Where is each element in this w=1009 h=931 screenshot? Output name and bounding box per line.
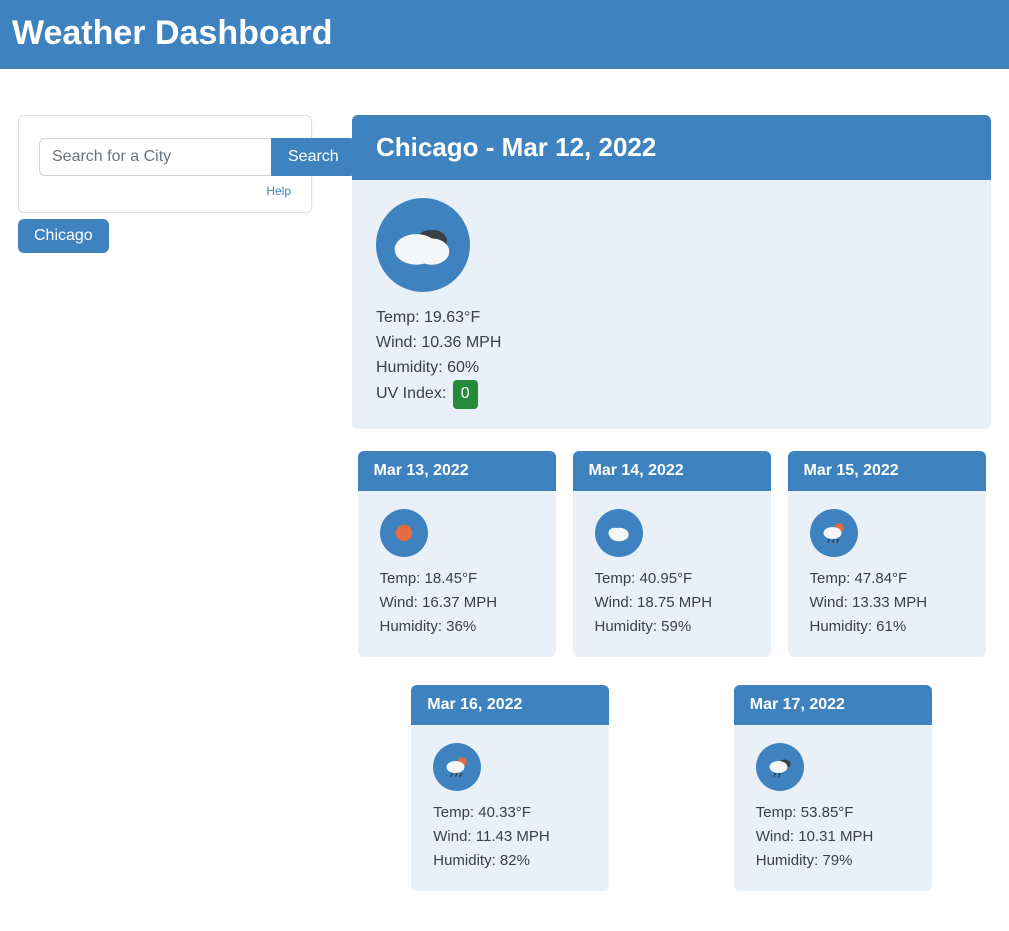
- weather-icon: [380, 509, 428, 557]
- forecast-date: Mar 15, 2022: [788, 451, 986, 491]
- forecast-date: Mar 13, 2022: [358, 451, 556, 491]
- forecast-date: Mar 16, 2022: [411, 685, 609, 725]
- today-uv: UV Index: 0: [376, 380, 967, 409]
- history-list: Chicago: [18, 219, 312, 253]
- today-humidity: Humidity: 60%: [376, 356, 967, 381]
- uv-label: UV Index:: [376, 385, 451, 402]
- sidebar: Search Help Chicago: [18, 115, 312, 913]
- today-title: Chicago - Mar 12, 2022: [352, 115, 991, 180]
- search-button[interactable]: Search: [271, 138, 356, 176]
- help-link[interactable]: Help: [266, 184, 291, 198]
- forecast-temp: Temp: 18.45°F: [380, 567, 536, 591]
- forecast-card: Mar 13, 2022Temp: 18.45°FWind: 16.37 MPH…: [358, 451, 556, 657]
- forecast-humidity: Humidity: 79%: [756, 849, 912, 873]
- main-content: Chicago - Mar 12, 2022 Temp: 19.63°F Win…: [352, 115, 991, 913]
- forecast-body: Temp: 40.95°FWind: 18.75 MPHHumidity: 59…: [573, 491, 771, 657]
- forecast-card: Mar 14, 2022Temp: 40.95°FWind: 18.75 MPH…: [573, 451, 771, 657]
- weather-icon: [433, 743, 481, 791]
- forecast-wind: Wind: 11.43 MPH: [433, 825, 589, 849]
- forecast-card: Mar 16, 2022Temp: 40.33°FWind: 11.43 MPH…: [411, 685, 609, 891]
- search-input[interactable]: [39, 138, 271, 176]
- today-card: Chicago - Mar 12, 2022 Temp: 19.63°F Win…: [352, 115, 991, 429]
- forecast-body: Temp: 47.84°FWind: 13.33 MPHHumidity: 61…: [788, 491, 986, 657]
- forecast-wind: Wind: 13.33 MPH: [810, 591, 966, 615]
- today-temp: Temp: 19.63°F: [376, 306, 967, 331]
- forecast-temp: Temp: 40.33°F: [433, 801, 589, 825]
- search-input-group: Search: [39, 138, 291, 176]
- search-card: Search Help: [18, 115, 312, 213]
- forecast-temp: Temp: 40.95°F: [595, 567, 751, 591]
- forecast-date: Mar 17, 2022: [734, 685, 932, 725]
- weather-icon: [595, 509, 643, 557]
- page-title: Weather Dashboard: [12, 14, 997, 53]
- app-header: Weather Dashboard: [0, 0, 1009, 69]
- forecast-row: Mar 13, 2022Temp: 18.45°FWind: 16.37 MPH…: [352, 451, 991, 913]
- uv-badge: 0: [453, 380, 478, 409]
- forecast-body: Temp: 40.33°FWind: 11.43 MPHHumidity: 82…: [411, 725, 609, 891]
- today-body: Temp: 19.63°F Wind: 10.36 MPH Humidity: …: [352, 180, 991, 429]
- forecast-temp: Temp: 53.85°F: [756, 801, 912, 825]
- forecast-wind: Wind: 16.37 MPH: [380, 591, 536, 615]
- forecast-wind: Wind: 18.75 MPH: [595, 591, 751, 615]
- main-container: Search Help Chicago Chicago - Mar 12, 20…: [0, 69, 1009, 931]
- forecast-card: Mar 15, 2022Temp: 47.84°FWind: 13.33 MPH…: [788, 451, 986, 657]
- forecast-temp: Temp: 47.84°F: [810, 567, 966, 591]
- weather-icon: [756, 743, 804, 791]
- weather-icon-today: [376, 198, 470, 292]
- forecast-humidity: Humidity: 82%: [433, 849, 589, 873]
- forecast-date: Mar 14, 2022: [573, 451, 771, 491]
- forecast-body: Temp: 18.45°FWind: 16.37 MPHHumidity: 36…: [358, 491, 556, 657]
- history-item-chicago[interactable]: Chicago: [18, 219, 109, 253]
- help-row: Help: [39, 182, 291, 200]
- forecast-humidity: Humidity: 36%: [380, 615, 536, 639]
- forecast-wind: Wind: 10.31 MPH: [756, 825, 912, 849]
- forecast-body: Temp: 53.85°FWind: 10.31 MPHHumidity: 79…: [734, 725, 932, 891]
- today-wind: Wind: 10.36 MPH: [376, 331, 967, 356]
- weather-icon: [810, 509, 858, 557]
- forecast-humidity: Humidity: 61%: [810, 615, 966, 639]
- forecast-humidity: Humidity: 59%: [595, 615, 751, 639]
- forecast-card: Mar 17, 2022Temp: 53.85°FWind: 10.31 MPH…: [734, 685, 932, 891]
